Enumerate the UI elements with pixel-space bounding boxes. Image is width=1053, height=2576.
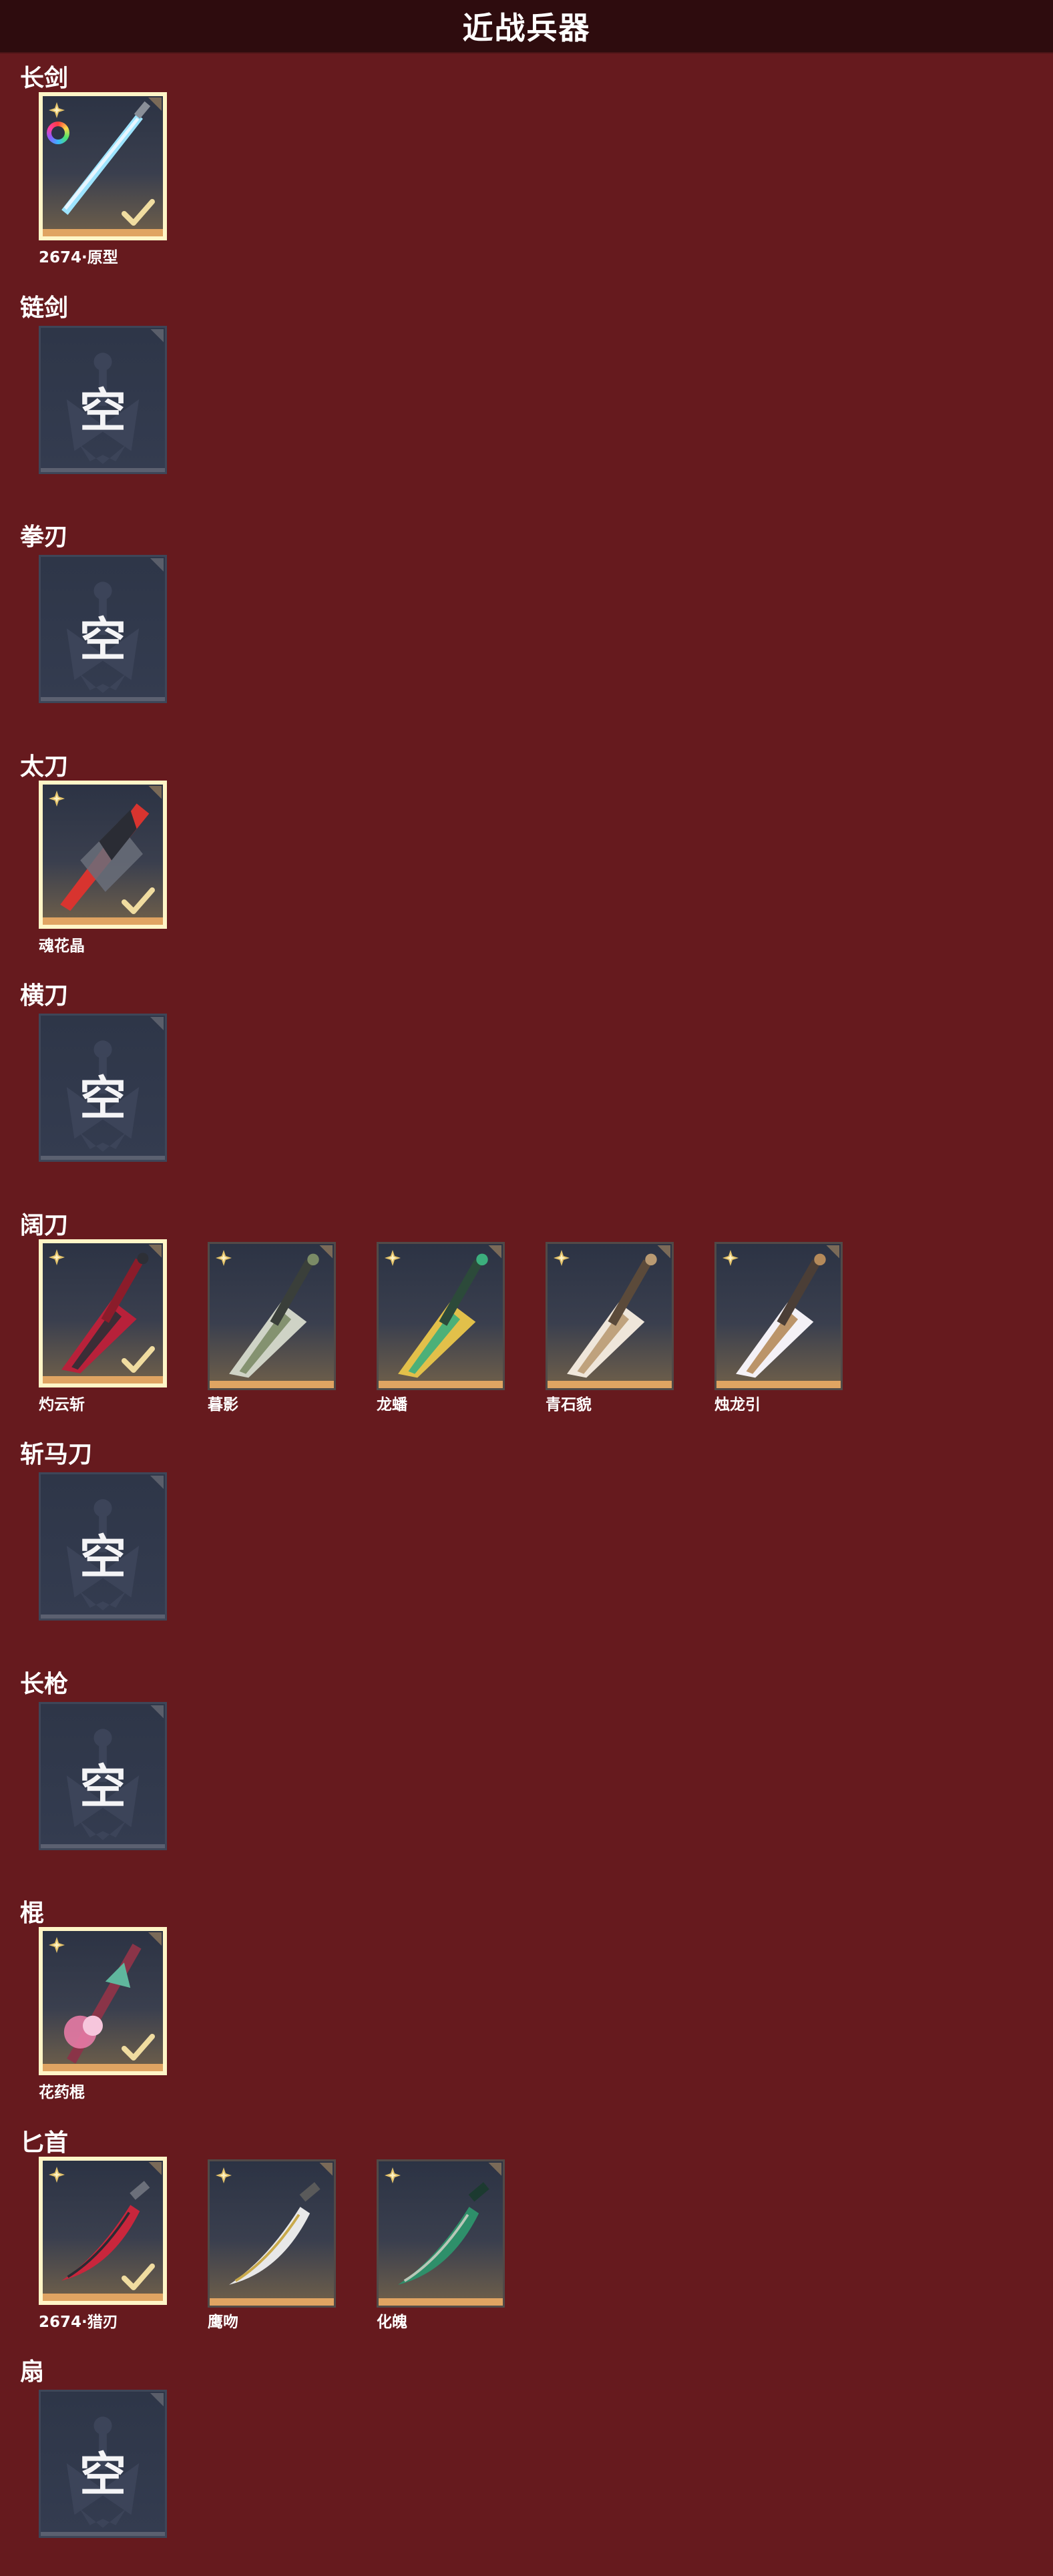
weapon-name: 灼云斩 bbox=[39, 1396, 85, 1414]
equipped-check-icon bbox=[120, 2032, 156, 2062]
equipped-check-icon bbox=[120, 886, 156, 915]
weapon-name: 魂花晶 bbox=[39, 937, 85, 955]
rarity-star-icon bbox=[48, 2166, 65, 2183]
category-section: 斩马刀 空 bbox=[0, 1431, 1053, 1661]
weapon-card[interactable] bbox=[39, 2156, 167, 2305]
rarity-star-icon bbox=[48, 101, 65, 119]
rarity-star-icon bbox=[48, 790, 65, 807]
equipped-check-icon bbox=[120, 2262, 156, 2292]
weapon-card[interactable] bbox=[714, 1241, 843, 1390]
weapon-card[interactable] bbox=[39, 92, 167, 240]
equipped-check-icon bbox=[120, 198, 156, 227]
equipped-check-icon bbox=[120, 1345, 156, 1374]
rarity-star-icon bbox=[722, 1249, 739, 1267]
category-title: 链剑 bbox=[20, 294, 69, 322]
weapon-name: 鹰吻 bbox=[208, 2313, 238, 2331]
category-section: 链剑 空 bbox=[0, 284, 1053, 514]
color-ring-icon bbox=[47, 122, 69, 144]
weapon-name: 暮影 bbox=[208, 1396, 238, 1414]
empty-slot-label: 空 bbox=[79, 1530, 126, 1584]
category-title: 阔刀 bbox=[20, 1211, 69, 1239]
rarity-star-icon bbox=[48, 1936, 65, 1954]
rarity-star-icon bbox=[215, 1249, 232, 1267]
weapon-name: 龙蟠 bbox=[377, 1396, 407, 1414]
weapon-collection-page: 近战兵器 长剑 2674·原型 链剑 空拳刃 空太刀 魂花晶 横刀 空阔刀 灼云斩 … bbox=[0, 0, 1053, 2576]
weapon-card[interactable] bbox=[377, 1241, 505, 1390]
weapon-name: 化魄 bbox=[377, 2313, 407, 2331]
empty-weapon-slot[interactable]: 空 bbox=[39, 1701, 167, 1850]
category-section: 横刀 空 bbox=[0, 972, 1053, 1202]
category-section: 棍 花药棍 bbox=[0, 1890, 1053, 2119]
weapon-name: 烛龙引 bbox=[714, 1396, 761, 1414]
category-section: 匕首 2674·猎刃 鹰吻 化魄 bbox=[0, 2119, 1053, 2349]
category-title: 太刀 bbox=[20, 753, 69, 781]
empty-slot-label: 空 bbox=[79, 2447, 126, 2502]
weapon-card[interactable] bbox=[546, 1241, 674, 1390]
empty-weapon-slot[interactable]: 空 bbox=[39, 1472, 167, 1621]
weapon-card[interactable] bbox=[39, 1239, 167, 1387]
empty-slot-label: 空 bbox=[79, 1071, 126, 1126]
weapon-card[interactable] bbox=[377, 2159, 505, 2308]
empty-slot-label: 空 bbox=[79, 383, 126, 438]
weapon-card[interactable] bbox=[39, 1927, 167, 2075]
rarity-star-icon bbox=[384, 2167, 401, 2184]
rarity-star-icon bbox=[553, 1249, 570, 1267]
category-section: 太刀 魂花晶 bbox=[0, 743, 1053, 973]
empty-weapon-slot[interactable]: 空 bbox=[39, 555, 167, 703]
rarity-star-icon bbox=[48, 1249, 65, 1266]
page-title: 近战兵器 bbox=[462, 11, 591, 45]
category-title: 拳刃 bbox=[20, 523, 69, 551]
weapon-card[interactable] bbox=[208, 1241, 336, 1390]
weapon-name: 青石貌 bbox=[546, 1396, 592, 1414]
weapon-name: 花药棍 bbox=[39, 2084, 85, 2101]
category-section: 扇 空 bbox=[0, 2348, 1053, 2576]
category-section: 拳刃 空 bbox=[0, 513, 1053, 743]
empty-weapon-slot[interactable]: 空 bbox=[39, 2390, 167, 2538]
category-title: 横刀 bbox=[20, 982, 69, 1010]
empty-weapon-slot[interactable]: 空 bbox=[39, 325, 167, 474]
rarity-star-icon bbox=[384, 1249, 401, 1267]
weapon-card[interactable] bbox=[39, 780, 167, 929]
title-bar: 近战兵器 bbox=[0, 0, 1053, 53]
weapon-name: 2674·猎刃 bbox=[39, 2313, 118, 2331]
rarity-star-icon bbox=[215, 2167, 232, 2184]
category-section: 阔刀 灼云斩 暮影 龙蟠 青石貌 烛龙引 bbox=[0, 1202, 1053, 1432]
category-title: 匕首 bbox=[20, 2129, 69, 2157]
empty-weapon-slot[interactable]: 空 bbox=[39, 1014, 167, 1162]
weapon-card[interactable] bbox=[208, 2159, 336, 2308]
weapon-name: 2674·原型 bbox=[39, 249, 118, 266]
category-section: 长枪 空 bbox=[0, 1661, 1053, 1890]
empty-slot-label: 空 bbox=[79, 1759, 126, 1814]
category-title: 斩马刀 bbox=[20, 1441, 93, 1468]
empty-slot-label: 空 bbox=[79, 612, 126, 667]
category-title: 扇 bbox=[20, 2358, 45, 2386]
category-title: 长枪 bbox=[20, 1670, 69, 1698]
category-section: 长剑 2674·原型 bbox=[0, 55, 1053, 284]
category-title: 长剑 bbox=[20, 65, 69, 92]
category-title: 棍 bbox=[20, 1900, 45, 1927]
